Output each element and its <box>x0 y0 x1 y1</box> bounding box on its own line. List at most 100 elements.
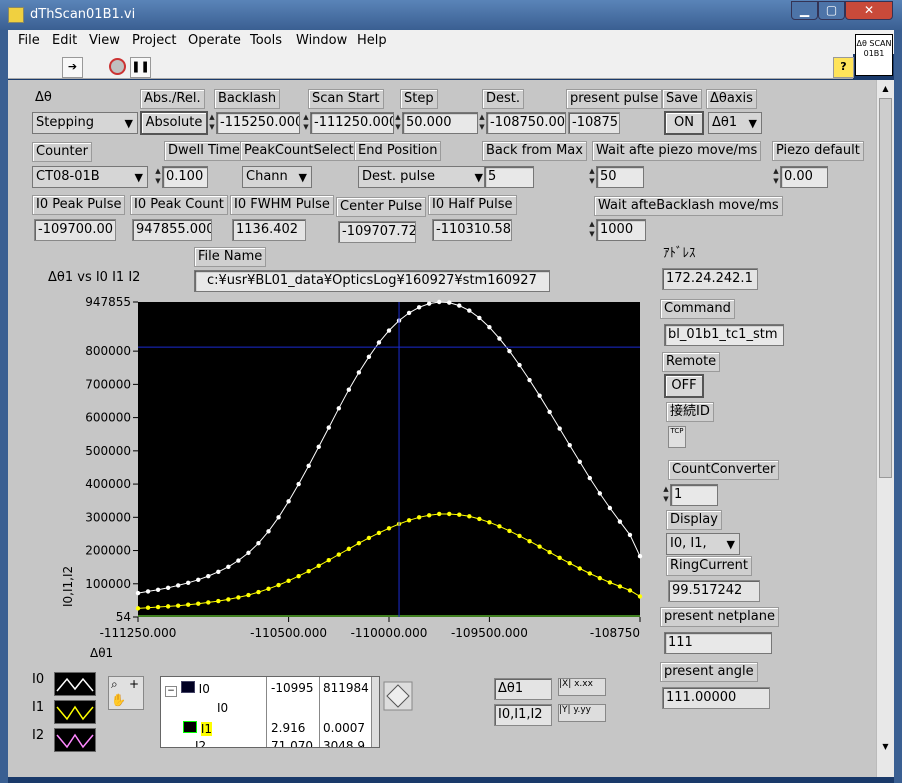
cursor-legend-table[interactable]: − I0 -10995 811984 I0 I1 2.916 0.0007 I2… <box>160 676 380 748</box>
data-point-i0 <box>165 585 171 590</box>
y-tick-label: 100000 <box>85 577 131 591</box>
data-point-i1 <box>477 516 482 522</box>
data-point-i1 <box>487 520 492 525</box>
close-button[interactable]: ✕ <box>845 1 893 20</box>
data-point-i1 <box>346 546 352 552</box>
backlash-spinner[interactable]: ▲ ▼ <box>208 112 216 134</box>
endpos-select[interactable]: Dest. pulse ▼ <box>358 166 488 188</box>
cursor-mover-icon[interactable] <box>382 680 414 712</box>
command-input[interactable]: bl_01b1_tc1_stm <box>664 324 784 346</box>
countconv-input[interactable]: 1 <box>670 484 718 506</box>
data-point-i1 <box>226 597 231 602</box>
zoom-icon[interactable]: ⌕ <box>111 677 118 692</box>
scroll-down-icon[interactable]: ▼ <box>879 742 892 751</box>
waitback-input[interactable]: 1000 <box>596 219 646 241</box>
countconv-spinner[interactable]: ▲ ▼ <box>662 484 670 506</box>
data-point-i0 <box>155 587 161 592</box>
menu-operate[interactable]: Operate <box>188 33 241 48</box>
angle-label: present angle <box>660 662 758 682</box>
axis-select[interactable]: Δθ1 ▼ <box>708 112 762 134</box>
data-point-i0 <box>276 515 281 520</box>
data-point-i0 <box>145 589 151 594</box>
step-spinner[interactable]: ▲ ▼ <box>394 112 402 134</box>
menu-help[interactable]: Help <box>357 33 387 48</box>
absolute-button[interactable]: Absolute <box>140 111 208 135</box>
dwell-spinner[interactable]: ▲ ▼ <box>154 166 162 188</box>
cursor-x-value: 71.070 <box>271 739 313 748</box>
menu-window[interactable]: Window <box>296 33 347 48</box>
backlash-input[interactable]: -115250.000 <box>216 112 300 134</box>
menu-project[interactable]: Project <box>132 33 176 48</box>
pan-hand-icon[interactable]: ✋ <box>111 693 126 707</box>
menu-view[interactable]: View <box>89 33 120 48</box>
step-label: Step <box>400 89 438 109</box>
data-point-i1 <box>627 588 633 593</box>
legend-swatch <box>54 700 96 724</box>
x-scale-format-icon[interactable]: |X| x.xx <box>558 678 606 696</box>
save-toggle[interactable]: ON <box>664 111 704 135</box>
backfrom-input[interactable]: 5 <box>484 166 534 188</box>
data-point-i0 <box>627 532 633 538</box>
data-point-i1 <box>517 533 522 539</box>
cursor-move-icon[interactable]: + <box>129 677 139 691</box>
peakcount-select[interactable]: Chann ▼ <box>242 166 312 188</box>
data-point-i0 <box>135 590 141 596</box>
counter-select[interactable]: CT08-01B ▼ <box>32 166 148 188</box>
piezodef-input[interactable]: 0.00 <box>780 166 828 188</box>
data-point-i0 <box>497 336 502 341</box>
waitpiezo-spinner[interactable]: ▲ ▼ <box>588 166 596 188</box>
maximize-button[interactable]: ▢ <box>818 1 845 20</box>
data-point-i1 <box>155 604 161 610</box>
menu-file[interactable]: File <box>18 33 40 48</box>
x-tick-label: -110500.000 <box>250 626 327 640</box>
legend-item-i2[interactable]: I2 <box>32 728 96 752</box>
data-point-i1 <box>376 530 382 536</box>
legend-item-i0[interactable]: I0 <box>32 672 96 696</box>
pause-icon[interactable]: ❚❚ <box>130 57 151 78</box>
display-select[interactable]: I0, I1, ▼ <box>666 533 740 555</box>
help-icon[interactable]: ? <box>833 57 854 78</box>
data-point-i1 <box>175 603 181 608</box>
cursor-x-value: 2.916 <box>271 721 306 735</box>
address-label: ｱﾄﾞﾚｽ <box>663 246 696 261</box>
waitback-spinner[interactable]: ▲ ▼ <box>588 219 596 241</box>
y-scale-format-icon[interactable]: |Y| y.yy <box>558 704 606 722</box>
cursor-row[interactable]: − I0 <box>165 681 265 697</box>
counter-value: CT08-01B <box>36 169 100 184</box>
cursor-row[interactable]: I1 <box>183 721 213 736</box>
endpos-label: End Position <box>354 141 442 161</box>
waveform-graph[interactable]: 947855 800000 700000 600000 500000 400000 3000… <box>32 292 648 664</box>
menu-tools[interactable]: Tools <box>250 33 282 48</box>
i0peakpulse-indicator: -109700.00 <box>34 219 116 241</box>
tree-collapse-icon[interactable]: − <box>165 686 177 697</box>
dest-label: Dest. <box>482 89 525 109</box>
data-point-i1 <box>356 541 362 546</box>
step-input[interactable]: 50.000 <box>402 112 478 134</box>
scroll-up-icon[interactable]: ▲ <box>879 84 892 93</box>
cursor-table-scrollbar[interactable] <box>371 677 379 747</box>
minimize-button[interactable]: ▁ <box>791 1 818 20</box>
netplane-input[interactable]: 111 <box>664 632 772 654</box>
data-point-i1 <box>236 595 241 600</box>
run-arrow-icon[interactable]: ➔ <box>62 57 83 78</box>
vertical-scrollbar[interactable]: ▲ ▼ <box>876 80 894 777</box>
menu-edit[interactable]: Edit <box>52 33 77 48</box>
dest-spinner[interactable]: ▲ ▼ <box>478 112 486 134</box>
abort-icon[interactable] <box>108 57 127 76</box>
legend-item-i1[interactable]: I1 <box>32 700 96 724</box>
graph-palette[interactable]: ⌕ + ✋ <box>108 676 144 710</box>
i0peakcount-indicator: 947855.000 <box>132 219 212 241</box>
chart-svg[interactable]: 947855 800000 700000 600000 500000 400000 3000… <box>32 292 648 664</box>
display-label: Display <box>666 510 722 530</box>
filename-input[interactable]: c:¥usr¥BL01_data¥OpticsLog¥160927¥stm160… <box>194 270 550 292</box>
dwell-input[interactable]: 0.100 <box>162 166 208 188</box>
scroll-thumb[interactable] <box>879 98 892 478</box>
piezodef-spinner[interactable]: ▲ ▼ <box>772 166 780 188</box>
y-tick-label: 300000 <box>85 510 131 524</box>
remote-toggle[interactable]: OFF <box>664 374 704 398</box>
scanstart-input[interactable]: -111250.000 <box>310 112 394 134</box>
dest-input[interactable]: -108750.00 <box>486 112 566 134</box>
waitpiezo-input[interactable]: 50 <box>596 166 644 188</box>
dtheta-mode-select[interactable]: Stepping ▼ <box>32 112 138 134</box>
scanstart-spinner[interactable]: ▲ ▼ <box>302 112 310 134</box>
